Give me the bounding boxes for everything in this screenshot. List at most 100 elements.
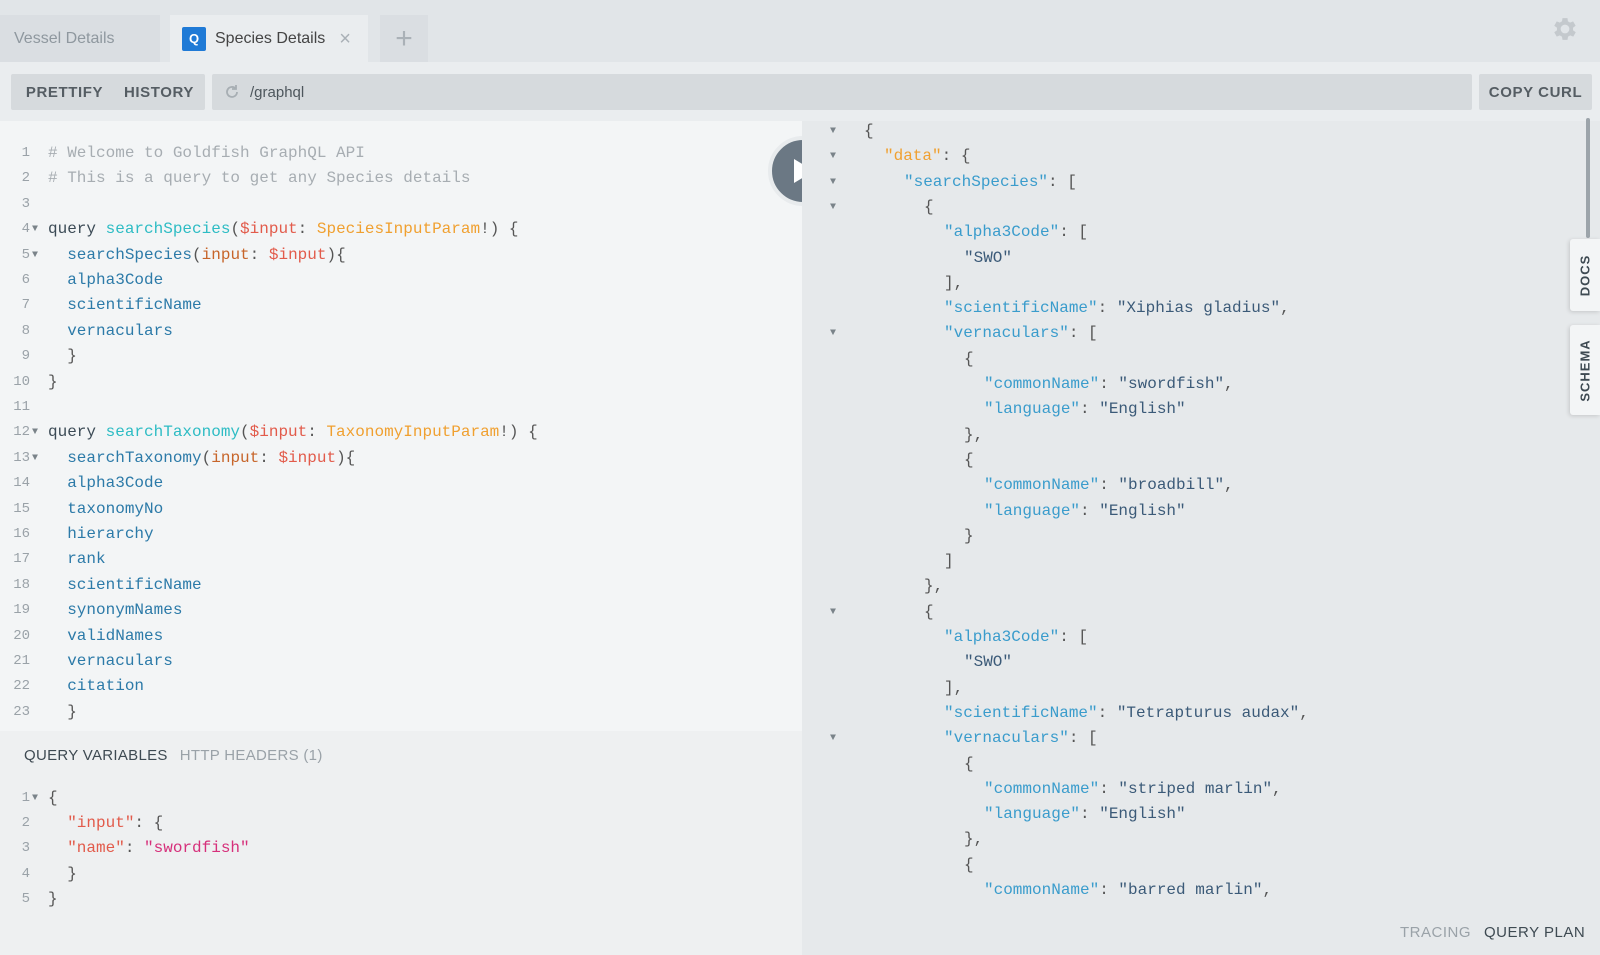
tracing-button[interactable]: TRACING bbox=[1400, 924, 1471, 941]
result-token: , bbox=[1224, 375, 1234, 393]
code-line: 4 } bbox=[0, 862, 790, 887]
code-token: # This is a query to get any Species det… bbox=[48, 169, 471, 188]
fold-arrow-icon[interactable]: ▼ bbox=[830, 600, 836, 625]
code-text: } bbox=[48, 862, 77, 887]
result-token: , bbox=[1299, 703, 1309, 722]
code-line: 9 } bbox=[0, 344, 790, 369]
prettify-button[interactable]: PRETTIFY bbox=[11, 74, 118, 110]
variables-panel: QUERY VARIABLES HTTP HEADERS (1) 1 ▼ {2 "i… bbox=[0, 731, 802, 955]
code-token: hierarchy bbox=[48, 525, 154, 543]
result-line: "SWO" bbox=[802, 246, 1562, 271]
result-text: "language": "English" bbox=[984, 397, 1186, 422]
docs-tab[interactable]: DOCS bbox=[1570, 239, 1600, 311]
code-text: citation bbox=[48, 674, 144, 699]
result-token: : bbox=[1099, 375, 1119, 393]
result-token: : bbox=[1097, 703, 1117, 722]
result-line: "alpha3Code": [ bbox=[802, 220, 1562, 245]
line-number: 9 bbox=[21, 348, 30, 365]
gear-icon[interactable] bbox=[1550, 14, 1580, 44]
tab-http-headers[interactable]: HTTP HEADERS (1) bbox=[180, 747, 323, 764]
code-line: 14 alpha3Code bbox=[0, 471, 790, 496]
code-token: ( bbox=[192, 245, 202, 264]
fold-arrow-icon[interactable]: ▼ bbox=[32, 786, 38, 811]
code-token: } bbox=[48, 347, 77, 366]
code-line: 2 # This is a query to get any Species de… bbox=[0, 166, 790, 191]
query-editor[interactable]: 1 # Welcome to Goldfish GraphQL API 2 # Thi… bbox=[0, 121, 802, 731]
code-token: input bbox=[211, 448, 260, 467]
result-token: "commonName" bbox=[984, 375, 1100, 393]
fold-arrow-icon[interactable]: ▼ bbox=[830, 170, 836, 195]
query-badge-icon: Q bbox=[182, 26, 206, 51]
result-text: { bbox=[864, 121, 874, 144]
result-text: { bbox=[964, 448, 974, 473]
tab-species-details[interactable]: Q Species Details × bbox=[170, 15, 368, 62]
result-text: }, bbox=[964, 423, 983, 448]
query-plan-button[interactable]: QUERY PLAN bbox=[1484, 924, 1585, 941]
code-text: searchSpecies(input: $input){ bbox=[48, 243, 345, 268]
code-token: : bbox=[307, 423, 327, 442]
fold-arrow-icon[interactable]: ▼ bbox=[830, 726, 836, 751]
history-button[interactable]: HISTORY bbox=[113, 74, 205, 110]
result-line: ▼ "vernaculars": [ bbox=[802, 726, 1562, 751]
result-token: "alpha3Code" bbox=[944, 628, 1060, 646]
fold-arrow-icon[interactable]: ▼ bbox=[32, 420, 38, 445]
result-token: : bbox=[1080, 501, 1100, 520]
tab-label: Species Details bbox=[215, 29, 326, 47]
result-token: : bbox=[1080, 805, 1100, 824]
result-token: , bbox=[1272, 779, 1282, 798]
result-token: "scientificName" bbox=[944, 299, 1098, 318]
code-text: alpha3Code bbox=[48, 471, 163, 496]
result-text: "scientificName": "Xiphias gladius", bbox=[944, 296, 1290, 321]
code-token: # Welcome to Goldfish GraphQL API bbox=[48, 144, 365, 162]
add-tab-button[interactable]: + bbox=[380, 15, 428, 62]
result-token: "Xiphias gladius" bbox=[1116, 299, 1281, 318]
fold-arrow-icon[interactable]: ▼ bbox=[32, 243, 38, 268]
fold-arrow-icon[interactable]: ▼ bbox=[830, 321, 836, 346]
result-scrollbar[interactable] bbox=[1586, 118, 1590, 238]
endpoint-url-input[interactable]: /graphql bbox=[212, 74, 1472, 110]
code-token: searchSpecies bbox=[48, 245, 193, 264]
tab-vessel-details[interactable]: Vessel Details bbox=[0, 15, 160, 62]
result-line: ▼{ bbox=[802, 195, 1562, 220]
fold-arrow-icon[interactable]: ▼ bbox=[830, 121, 836, 144]
result-text: "vernaculars": [ bbox=[944, 726, 1098, 751]
line-number: 3 bbox=[21, 840, 30, 857]
code-token: searchTaxonomy bbox=[105, 423, 241, 442]
schema-tab[interactable]: SCHEMA bbox=[1570, 325, 1600, 415]
docs-tab-label: DOCS bbox=[1577, 254, 1593, 296]
code-line: 7 scientificName bbox=[0, 293, 790, 318]
code-token: TaxonomyInputParam bbox=[326, 423, 500, 442]
code-text: validNames bbox=[48, 624, 163, 649]
result-token: : bbox=[1099, 476, 1119, 495]
code-token: synonymNames bbox=[48, 601, 183, 620]
code-token: : { bbox=[134, 814, 164, 833]
result-token: "data" bbox=[884, 147, 942, 166]
code-token: query bbox=[48, 220, 106, 239]
fold-arrow-icon[interactable]: ▼ bbox=[32, 217, 38, 242]
fold-arrow-icon[interactable]: ▼ bbox=[830, 144, 836, 169]
tab-query-variables[interactable]: QUERY VARIABLES bbox=[24, 747, 168, 764]
code-line: 13 ▼ searchTaxonomy(input: $input){ bbox=[0, 446, 790, 471]
line-number: 19 bbox=[13, 602, 30, 619]
refresh-icon[interactable] bbox=[222, 82, 242, 102]
result-text: "data": { bbox=[884, 144, 970, 169]
line-number: 20 bbox=[13, 627, 30, 644]
code-text: hierarchy bbox=[48, 522, 154, 547]
code-token: !) { bbox=[480, 220, 519, 239]
result-text: { bbox=[964, 752, 974, 777]
result-token: , bbox=[1280, 299, 1290, 318]
code-token: alpha3Code bbox=[48, 271, 164, 289]
result-line: ], bbox=[802, 271, 1562, 296]
close-icon[interactable]: × bbox=[339, 29, 351, 49]
line-number: 3 bbox=[21, 195, 30, 212]
result-text: { bbox=[964, 347, 974, 372]
fold-arrow-icon[interactable]: ▼ bbox=[830, 195, 836, 220]
code-token: "input" bbox=[67, 814, 135, 833]
fold-arrow-icon[interactable]: ▼ bbox=[32, 446, 38, 471]
code-text: } bbox=[48, 344, 77, 369]
line-number: 1 bbox=[21, 790, 30, 806]
copy-curl-button[interactable]: COPY CURL bbox=[1479, 74, 1592, 110]
result-text: { bbox=[924, 600, 934, 625]
